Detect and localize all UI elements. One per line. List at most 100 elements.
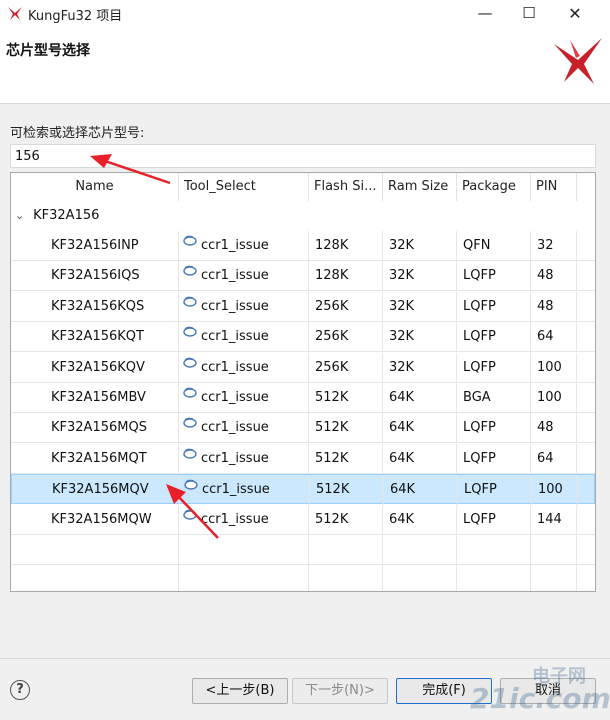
cell-pin-text: 48 (537, 420, 554, 436)
minimize-button[interactable]: — (462, 0, 508, 26)
help-icon[interactable]: ? (10, 680, 30, 700)
cell-package-text: LQFP (463, 329, 496, 345)
cell-tool-select-text: ccr1_issue (202, 482, 270, 498)
table-row[interactable]: KF32A156MQT ccr1_issue 512K 64K LQFP 64 (11, 443, 595, 474)
table-row[interactable]: KF32A156KQS ccr1_issue 256K 32K LQFP 48 (11, 291, 595, 322)
cell-tool-select: ccr1_issue (180, 475, 310, 506)
cell-flash-size: 512K (309, 443, 383, 474)
group-label: KF32A156 (33, 208, 100, 223)
back-button[interactable]: <上一步(B) (192, 678, 288, 704)
cell-pin: 100 (532, 475, 578, 506)
cell-tool-select: ccr1_issue (179, 504, 309, 535)
cell-package-text: LQFP (463, 420, 496, 436)
cell-flash-size: 512K (309, 413, 383, 444)
cell-pin: 144 (531, 504, 577, 535)
tree-group-row[interactable]: ⌄ KF32A156 (11, 201, 595, 231)
cell-ram-size: 32K (383, 322, 457, 353)
cell-ram-size: 64K (383, 504, 457, 535)
tool-chip-icon (183, 417, 197, 429)
cell-package-text: LQFP (463, 268, 496, 284)
cell-pin-text: 64 (537, 450, 554, 466)
cell-package: BGA (457, 383, 531, 413)
cell-pin-text: 144 (537, 511, 562, 527)
cell-pin-text: 48 (537, 268, 554, 284)
cell-pin-text: 48 (537, 298, 554, 314)
cell-name-text: KF32A156KQT (51, 329, 144, 345)
cell-flash-size: 256K (309, 322, 383, 353)
table-row[interactable]: KF32A156KQV ccr1_issue 256K 32K LQFP 100 (11, 352, 595, 383)
cell-flash-size-text: 256K (315, 359, 349, 375)
cell-tool-select: ccr1_issue (179, 413, 309, 444)
cell-name-text: KF32A156KQS (51, 298, 145, 314)
tool-chip-icon (183, 265, 197, 277)
maximize-button[interactable]: ☐ (506, 0, 552, 26)
cell-pin: 48 (531, 261, 577, 292)
table-header: Name Tool_Select Flash Si... Ram Size Pa… (11, 173, 595, 201)
cell-package: LQFP (458, 475, 532, 506)
cell-flash-size: 256K (309, 352, 383, 383)
cell-pin: 64 (531, 443, 577, 474)
cell-tool-select-text: ccr1_issue (201, 511, 269, 527)
app-icon (8, 7, 22, 20)
column-header-tool-select[interactable]: Tool_Select (179, 173, 309, 201)
minimize-icon: — (477, 4, 493, 22)
maximize-icon: ☐ (522, 4, 536, 22)
cell-name-text: KF32A156IQS (51, 268, 140, 284)
cell-flash-size-text: 256K (315, 329, 349, 345)
cell-name: KF32A156MQS (11, 413, 179, 444)
cell-name: KF32A156IQS (11, 261, 179, 292)
cell-flash-size: 512K (310, 475, 384, 506)
table-row[interactable]: KF32A156MQS ccr1_issue 512K 64K LQFP 48 (11, 413, 595, 444)
cell-name-text: KF32A156KQV (51, 359, 145, 375)
table-row[interactable]: KF32A156MBV ccr1_issue 512K 64K BGA 100 (11, 383, 595, 413)
cell-ram-size: 64K (384, 475, 458, 506)
empty-row (11, 535, 595, 565)
cell-name-text: KF32A156MBV (51, 390, 146, 405)
cell-pin-text: 100 (537, 359, 562, 375)
search-label: 可检索或选择芯片型号: (10, 126, 145, 141)
next-button[interactable]: 下一步(N)> (292, 678, 388, 704)
table-row[interactable]: KF32A156IQS ccr1_issue 128K 32K LQFP 48 (11, 261, 595, 292)
cell-flash-size-text: 512K (315, 511, 349, 527)
cell-package-text: QFN (463, 238, 491, 253)
cell-ram-size: 64K (383, 383, 457, 413)
table-row[interactable]: KF32A156INP ccr1_issue 128K 32K QFN 32 (11, 231, 595, 261)
tool-chip-icon (183, 326, 197, 337)
cell-tool-select-text: ccr1_issue (201, 359, 269, 375)
kungfu-logo-icon (554, 38, 602, 84)
tool-chip-icon (183, 509, 197, 520)
cell-ram-size: 32K (383, 291, 457, 322)
cell-ram-size-text: 32K (389, 298, 415, 314)
tool-chip-icon (183, 296, 197, 307)
cell-name: KF32A156KQT (11, 322, 179, 353)
cell-tool-select-text: ccr1_issue (201, 238, 269, 253)
cell-ram-size: 64K (383, 443, 457, 474)
close-button[interactable]: ✕ (552, 0, 598, 26)
table-row[interactable]: KF32A156MQW ccr1_issue 512K 64K LQFP 144 (11, 504, 595, 535)
cell-ram-size: 32K (383, 231, 457, 261)
cell-ram-size-text: 64K (389, 420, 415, 436)
cell-tool-select-text: ccr1_issue (201, 390, 269, 405)
cell-pin-text: 100 (537, 390, 562, 405)
wizard-header: 芯片型号选择 (0, 26, 610, 104)
cell-pin: 32 (531, 231, 577, 261)
column-header-flash-size[interactable]: Flash Si... (309, 173, 383, 201)
cell-ram-size-text: 32K (389, 359, 415, 375)
table-row[interactable]: KF32A156KQT ccr1_issue 256K 32K LQFP 64 (11, 322, 595, 353)
cell-tool-select: ccr1_issue (179, 352, 309, 383)
tool-chip-icon (183, 448, 197, 459)
cell-package: LQFP (457, 504, 531, 535)
column-header-ram-size[interactable]: Ram Size (383, 173, 457, 201)
cell-flash-size: 512K (309, 504, 383, 535)
column-header-name[interactable]: Name (11, 173, 179, 201)
column-header-pin[interactable]: PIN (531, 173, 577, 201)
cell-ram-size: 64K (383, 413, 457, 444)
table-row[interactable]: KF32A156MQV ccr1_issue 512K 64K LQFP 100 (11, 474, 595, 506)
cell-pin-text: 100 (538, 482, 563, 498)
chevron-down-icon[interactable]: ⌄ (15, 201, 29, 231)
cell-flash-size-text: 256K (315, 298, 349, 314)
cell-flash-size-text: 128K (315, 268, 349, 284)
search-input[interactable] (10, 144, 596, 168)
cell-package-text: LQFP (463, 450, 496, 466)
column-header-package[interactable]: Package (457, 173, 531, 201)
